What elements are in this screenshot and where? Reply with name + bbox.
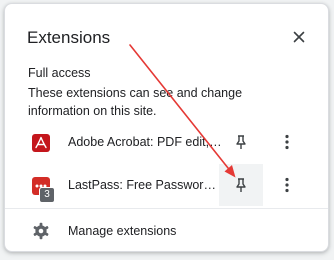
extension-row-lastpass[interactable]: 3 LastPass: Free Password Manager (5, 164, 328, 206)
manage-extensions-label: Manage extensions (68, 224, 177, 238)
manage-extensions-button[interactable]: Manage extensions (5, 210, 328, 250)
more-options-button[interactable] (275, 121, 299, 163)
extension-row-adobe-acrobat[interactable]: Adobe Acrobat: PDF edit, convert, sign t… (5, 121, 328, 163)
pin-button[interactable] (219, 121, 263, 163)
more-options-button[interactable] (275, 164, 299, 206)
pin-icon (236, 135, 246, 149)
full-access-heading: Full access (28, 66, 91, 80)
extension-name: Adobe Acrobat: PDF edit, convert, sign t… (68, 135, 222, 149)
extension-badge: 3 (39, 187, 55, 203)
more-vert-icon (285, 134, 289, 150)
divider (5, 208, 328, 209)
more-vert-icon (285, 177, 289, 193)
close-icon[interactable] (291, 29, 307, 45)
extensions-popup: Extensions Full access These extensions … (4, 3, 329, 252)
adobe-acrobat-icon (32, 134, 50, 152)
full-access-description: These extensions can see and change info… (28, 86, 243, 118)
pin-button[interactable] (219, 164, 263, 206)
popup-title: Extensions (27, 28, 111, 47)
extension-name: LastPass: Free Password Manager (68, 178, 222, 192)
gear-icon (32, 222, 50, 240)
pin-icon (236, 178, 246, 192)
